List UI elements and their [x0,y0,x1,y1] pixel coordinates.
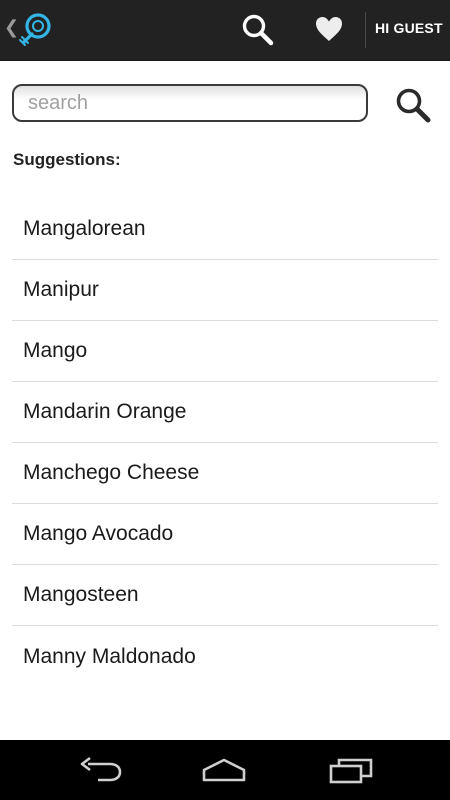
suggestion-label: Manipur [23,278,99,301]
action-bar-divider [365,12,366,48]
suggestion-item-manchego-cheese[interactable]: Manchego Cheese [12,443,438,504]
heart-icon[interactable] [314,14,344,44]
suggestion-item-manny-maldonado[interactable]: Manny Maldonado [12,626,438,687]
user-greeting[interactable]: HI GUEST [375,20,443,36]
system-navigation-bar [0,740,450,800]
suggestion-label: Mandarin Orange [23,400,187,423]
suggestion-item-mangosteen[interactable]: Mangosteen [12,565,438,626]
search-icon[interactable] [240,12,276,48]
recent-apps-icon[interactable] [327,754,375,786]
suggestion-item-mangalorean[interactable]: Mangalorean [12,199,438,260]
home-icon[interactable] [200,754,248,786]
search-input[interactable] [12,84,368,122]
app-screen: ❮ HI GUEST Suggestions: Mangalorean M [0,0,450,800]
suggestion-label: Mango [23,339,88,362]
suggestion-label: Mangalorean [23,217,146,240]
back-arrow-icon[interactable] [76,754,124,786]
suggestion-label: Mango Avocado [23,522,174,545]
suggestion-item-mango-avocado[interactable]: Mango Avocado [12,504,438,565]
lightbulb-logo-icon[interactable] [18,12,54,48]
suggestion-label: Mangosteen [23,583,139,606]
suggestion-list: Mangalorean Manipur Mango Mandarin Orang… [12,199,438,687]
suggestion-label: Manny Maldonado [23,644,196,668]
chevron-left-icon[interactable]: ❮ [4,18,19,38]
suggestion-item-manipur[interactable]: Manipur [12,260,438,321]
suggestion-item-mandarin-orange[interactable]: Mandarin Orange [12,382,438,443]
suggestions-heading: Suggestions: [13,150,121,169]
suggestion-label: Manchego Cheese [23,461,200,484]
action-bar: ❮ HI GUEST [0,0,450,61]
search-button[interactable] [392,84,434,126]
suggestion-item-mango[interactable]: Mango [12,321,438,382]
